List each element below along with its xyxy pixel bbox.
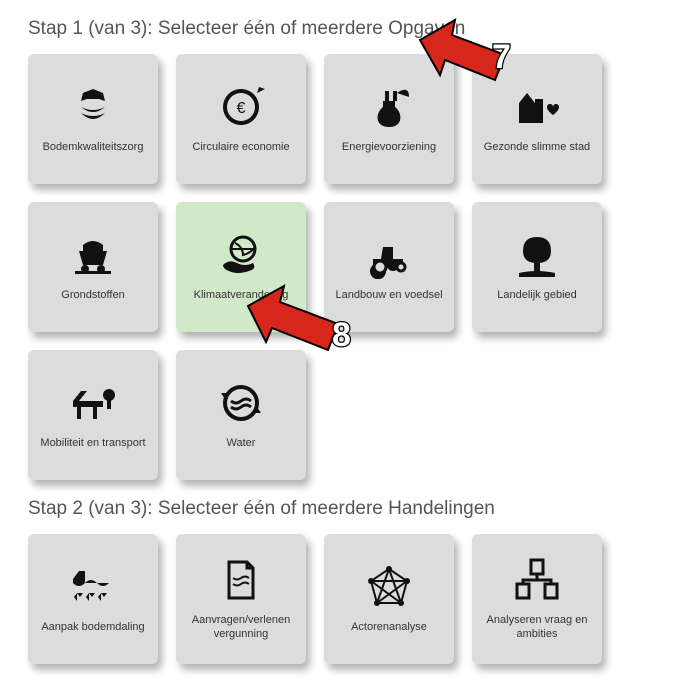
tile-aanpak-bodemdaling[interactable]: Aanpak bodemdaling xyxy=(28,534,158,664)
tile-gezonde-slimme-stad[interactable]: Gezonde slimme stad xyxy=(472,54,602,184)
circular-euro-icon: € xyxy=(217,83,265,131)
tile-label: Grondstoffen xyxy=(61,289,124,303)
tile-label: Actorenanalyse xyxy=(351,621,427,635)
tile-bodemkwaliteitszorg[interactable]: Bodemkwaliteitszorg xyxy=(28,54,158,184)
tile-landbouw-en-voedsel[interactable]: Landbouw en voedsel xyxy=(324,202,454,332)
tile-analyseren-vraag[interactable]: Analyseren vraag en ambities xyxy=(472,534,602,664)
tile-mobiliteit-en-transport[interactable]: Mobiliteit en transport xyxy=(28,350,158,480)
tile-label: Klimaatverandering xyxy=(194,289,289,303)
tree-icon xyxy=(513,231,561,279)
tile-label: Mobiliteit en transport xyxy=(40,437,145,451)
tile-energievoorziening[interactable]: Energievoorziening xyxy=(324,54,454,184)
city-heart-icon xyxy=(513,83,561,131)
step1-title: Stap 1 (van 3): Selecteer één of meerder… xyxy=(28,18,680,40)
tile-label: Aanvragen/verlenen vergunning xyxy=(182,614,300,642)
tile-water[interactable]: Water xyxy=(176,350,306,480)
tile-label: Bodemkwaliteitszorg xyxy=(43,141,144,155)
tile-aanvragen-vergunning[interactable]: Aanvragen/verlenen vergunning xyxy=(176,534,306,664)
document-icon xyxy=(217,556,265,604)
tile-label: Landelijk gebied xyxy=(497,289,577,303)
step2-title: Stap 2 (van 3): Selecteer één of meerder… xyxy=(28,498,680,520)
network-icon xyxy=(365,563,413,611)
svg-text:€: € xyxy=(237,100,246,117)
soil-care-icon xyxy=(69,83,117,131)
globe-hand-icon xyxy=(217,231,265,279)
tile-grondstoffen[interactable]: Grondstoffen xyxy=(28,202,158,332)
tile-klimaatverandering[interactable]: Klimaatverandering xyxy=(176,202,306,332)
tile-actorenanalyse[interactable]: Actorenanalyse xyxy=(324,534,454,664)
mine-cart-icon xyxy=(69,231,117,279)
energy-plug-icon xyxy=(365,83,413,131)
step1-grid: Bodemkwaliteitszorg € Circulaire economi… xyxy=(28,54,680,480)
subsidence-icon xyxy=(69,563,117,611)
analyse-docs-icon xyxy=(513,556,561,604)
tile-circulaire-economie[interactable]: € Circulaire economie xyxy=(176,54,306,184)
tile-landelijk-gebied[interactable]: Landelijk gebied xyxy=(472,202,602,332)
tile-label: Water xyxy=(227,437,256,451)
tile-label: Aanpak bodemdaling xyxy=(41,621,144,635)
tile-label: Energievoorziening xyxy=(342,141,436,155)
tile-label: Circulaire economie xyxy=(192,141,289,155)
water-cycle-icon xyxy=(217,379,265,427)
tile-label: Analyseren vraag en ambities xyxy=(478,614,596,642)
tile-label: Gezonde slimme stad xyxy=(484,141,590,155)
step2-grid: Aanpak bodemdaling Aanvragen/verlenen ve… xyxy=(28,534,680,664)
tractor-icon xyxy=(365,231,413,279)
tile-label: Landbouw en voedsel xyxy=(335,289,442,303)
bridge-tree-icon xyxy=(69,379,117,427)
